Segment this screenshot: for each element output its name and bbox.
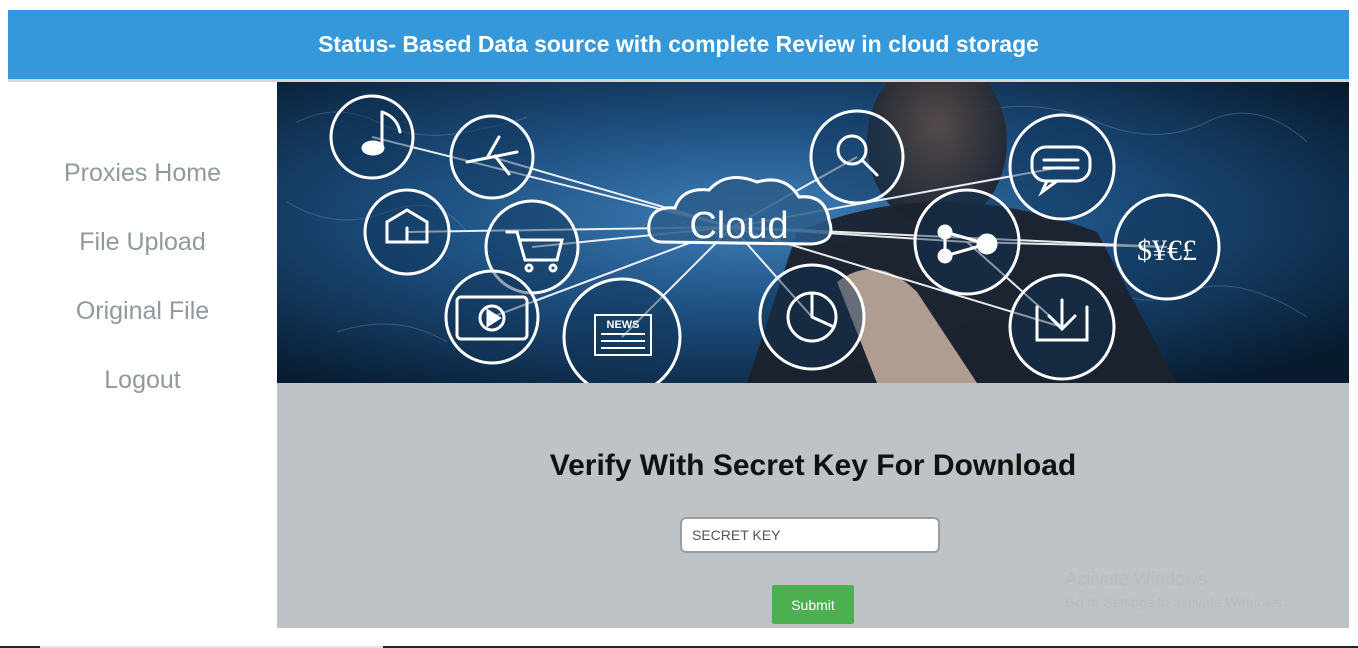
nav-logout[interactable]: Logout	[8, 366, 277, 395]
cloud-banner-image: NEWS $¥€£ Cloud	[277, 82, 1349, 383]
music-icon	[329, 94, 415, 180]
news-icon	[562, 277, 682, 383]
watermark-title: Activate Windows	[1065, 569, 1208, 589]
cloud-network-illustration: NEWS $¥€£ Cloud	[277, 82, 1349, 383]
svg-text:NEWS: NEWS	[607, 319, 640, 331]
nav-original-file[interactable]: Original File	[8, 297, 277, 326]
page-header: Status- Based Data source with complete …	[8, 10, 1349, 79]
activate-windows-watermark: Activate Windows Go to Settings to activ…	[1065, 569, 1286, 610]
submit-button[interactable]: Submit	[772, 585, 854, 624]
watermark-subtitle: Go to Settings to activate Windows.	[1065, 594, 1286, 610]
share-icon	[913, 188, 1021, 296]
nav-file-upload[interactable]: File Upload	[8, 228, 277, 257]
nav-proxies-home[interactable]: Proxies Home	[8, 159, 277, 188]
search-icon	[809, 109, 905, 205]
verify-heading: Verify With Secret Key For Download	[549, 449, 1077, 482]
page-title: Status- Based Data source with complete …	[318, 31, 1039, 57]
page-right-margin	[1349, 10, 1358, 628]
svg-text:Cloud: Cloud	[689, 205, 788, 247]
secret-key-input[interactable]	[680, 517, 940, 553]
sidebar: Proxies Home File Upload Original File L…	[8, 82, 277, 628]
currency-glyph: $¥€£	[1137, 234, 1197, 267]
